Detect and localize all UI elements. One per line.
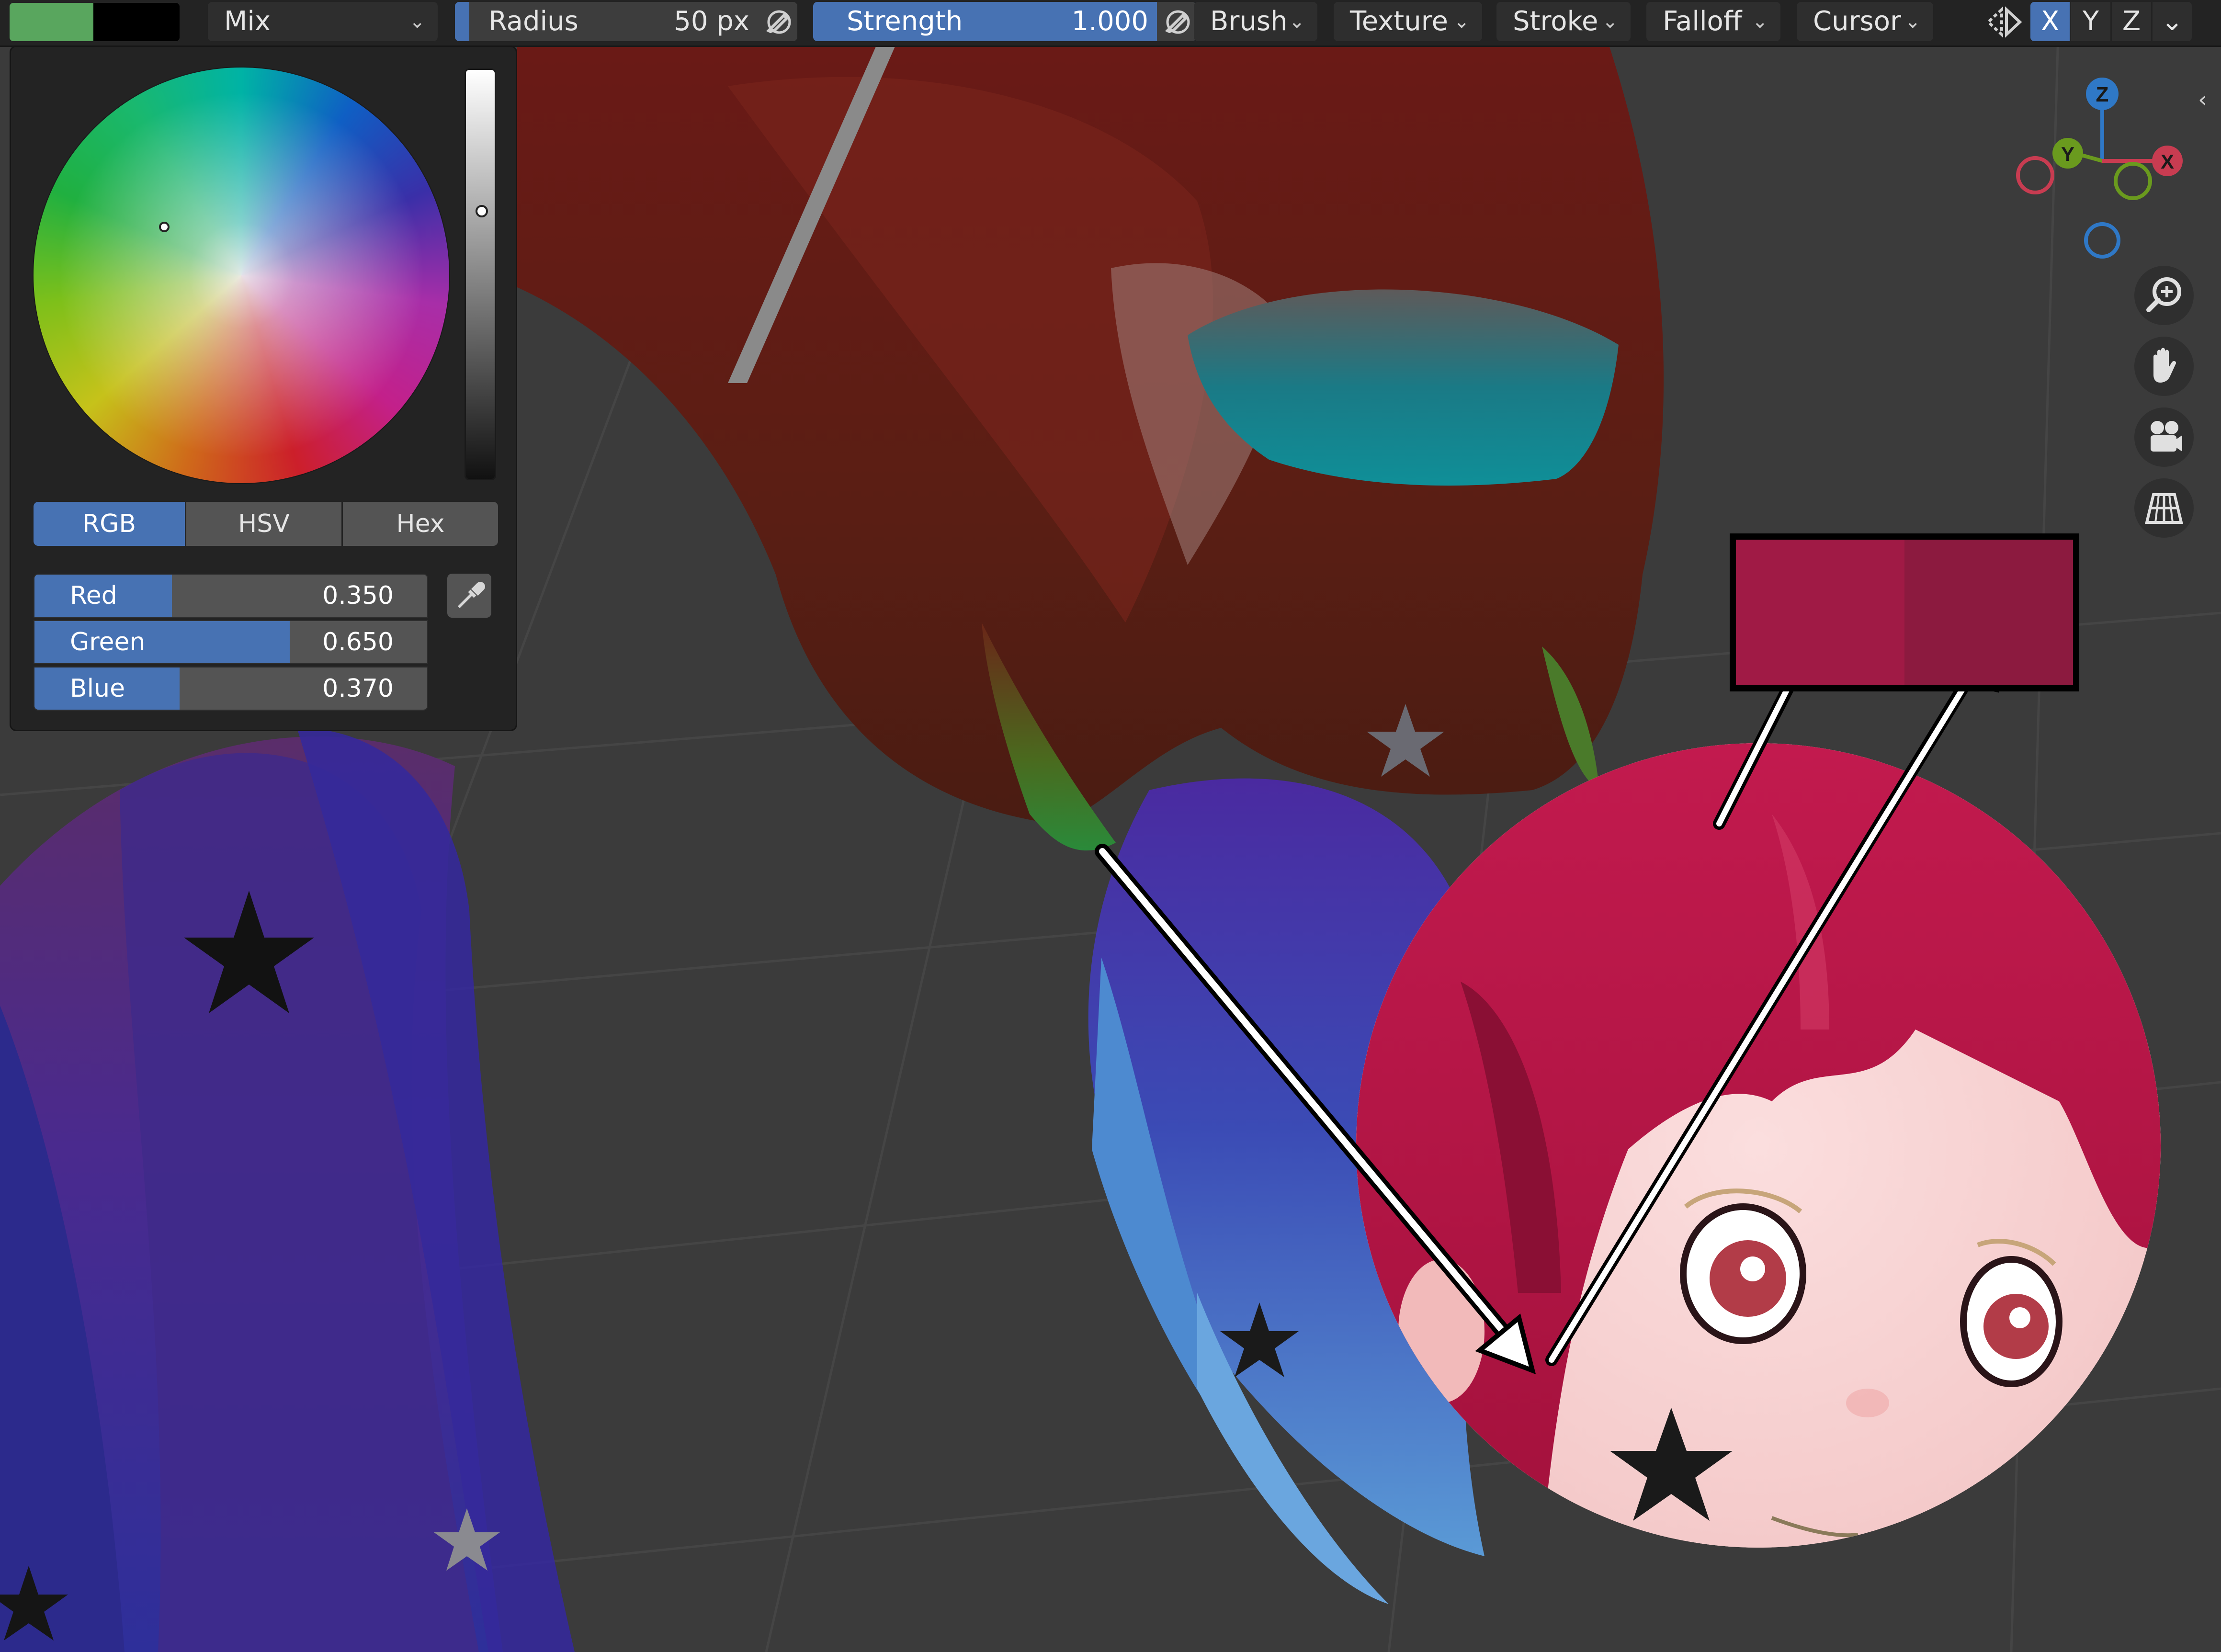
brush-menu-label: Brush xyxy=(1210,6,1288,37)
blue-value: 0.370 xyxy=(322,674,394,703)
radius-field[interactable]: Radius 50 px xyxy=(455,2,797,41)
color-primary-swatch[interactable] xyxy=(10,3,93,41)
pen-pressure-icon xyxy=(766,10,791,34)
blue-slider[interactable]: Blue 0.370 xyxy=(34,667,428,711)
hand-icon xyxy=(2153,348,2176,383)
red-label: Red xyxy=(70,581,117,610)
sample-swatch xyxy=(1730,533,2079,691)
brush-menu[interactable]: Brush ⌄ xyxy=(1194,2,1317,41)
color-wheel-cursor[interactable] xyxy=(159,222,170,232)
pan-button[interactable] xyxy=(2134,337,2194,396)
grid-icon xyxy=(2145,493,2183,524)
green-label: Green xyxy=(70,628,146,656)
symmetry-z-button[interactable]: Z xyxy=(2112,2,2151,41)
symmetry-icon[interactable] xyxy=(1983,3,2026,41)
tab-hex[interactable]: Hex xyxy=(343,502,498,546)
chevron-down-icon: ⌄ xyxy=(1752,11,1768,33)
radius-value: 50 px xyxy=(674,6,749,37)
chevron-down-icon: ⌄ xyxy=(1453,11,1470,33)
stroke-menu[interactable]: Stroke ⌄ xyxy=(1496,2,1631,41)
zoom-icon xyxy=(2146,277,2181,312)
falloff-menu-label: Falloff xyxy=(1663,6,1742,37)
texture-menu-label: Texture xyxy=(1350,6,1448,37)
blend-mode-dropdown[interactable]: Mix ⌄ xyxy=(208,2,438,41)
value-slider-handle[interactable] xyxy=(476,205,488,217)
red-value: 0.350 xyxy=(322,581,394,610)
green-slider[interactable]: Green 0.650 xyxy=(34,620,428,664)
gizmo-neg-y[interactable] xyxy=(2114,162,2152,200)
header-bar: Mix ⌄ Radius 50 px Strength 1.000 Brush … xyxy=(0,0,2221,47)
gizmo-z-label: Z xyxy=(2096,83,2109,106)
falloff-menu[interactable]: Falloff ⌄ xyxy=(1646,2,1780,41)
radius-pressure-button[interactable] xyxy=(758,2,797,41)
pen-pressure-icon xyxy=(1165,10,1190,34)
tab-hsv[interactable]: HSV xyxy=(186,502,341,546)
red-slider[interactable]: Red 0.350 xyxy=(34,574,428,618)
symmetry-y-button[interactable]: Y xyxy=(2071,2,2110,41)
sidebar-toggle-icon[interactable]: ‹ xyxy=(2198,86,2217,115)
color-mode-tabs: RGB HSV Hex xyxy=(34,502,498,546)
color-wheel[interactable] xyxy=(34,68,449,483)
gizmo-neg-x[interactable] xyxy=(2016,156,2054,194)
strength-field[interactable]: Strength 1.000 xyxy=(813,2,1196,41)
chevron-down-icon: ⌄ xyxy=(1602,11,1618,33)
gizmo-y-label: Y xyxy=(2061,143,2074,165)
camera-button[interactable] xyxy=(2134,407,2194,467)
strength-value: 1.000 xyxy=(1071,6,1148,37)
radius-label: Radius xyxy=(488,6,578,37)
navigation-gizmo[interactable]: Z Y X xyxy=(2002,67,2203,268)
cursor-menu[interactable]: Cursor ⌄ xyxy=(1797,2,1933,41)
eyedropper-icon xyxy=(458,582,485,608)
zoom-button[interactable] xyxy=(2134,266,2194,325)
color-picker-popup: RGB HSV Hex Red 0.350 Green 0.650 Blue 0… xyxy=(10,45,517,731)
blue-label: Blue xyxy=(70,674,125,703)
swatch-right xyxy=(1904,540,2073,685)
strength-pressure-button[interactable] xyxy=(1157,2,1196,41)
symmetry-options-button[interactable]: ⌄ xyxy=(2153,2,2192,41)
chevron-down-icon: ⌄ xyxy=(2161,6,2184,37)
value-slider[interactable] xyxy=(465,68,496,480)
blend-mode-label: Mix xyxy=(224,6,271,37)
chevron-down-icon: ⌄ xyxy=(1904,11,1921,33)
swatch-left xyxy=(1736,540,1904,685)
gizmo-x-label: X xyxy=(2161,150,2174,173)
symmetry-x-button[interactable]: X xyxy=(2030,2,2070,41)
strength-label: Strength xyxy=(847,6,963,37)
chevron-down-icon: ⌄ xyxy=(409,11,425,33)
chevron-down-icon: ⌄ xyxy=(1289,11,1305,33)
gizmo-neg-z[interactable] xyxy=(2084,222,2120,259)
color-secondary-swatch[interactable] xyxy=(93,3,180,41)
eyedropper-button[interactable] xyxy=(447,574,491,618)
texture-menu[interactable]: Texture ⌄ xyxy=(1334,2,1482,41)
radius-fill xyxy=(455,2,469,41)
cursor-menu-label: Cursor xyxy=(1813,6,1902,37)
stroke-menu-label: Stroke xyxy=(1513,6,1598,37)
green-value: 0.650 xyxy=(322,628,394,656)
camera-icon xyxy=(2151,421,2182,452)
grid-button[interactable] xyxy=(2134,478,2194,538)
tab-rgb[interactable]: RGB xyxy=(34,502,185,546)
